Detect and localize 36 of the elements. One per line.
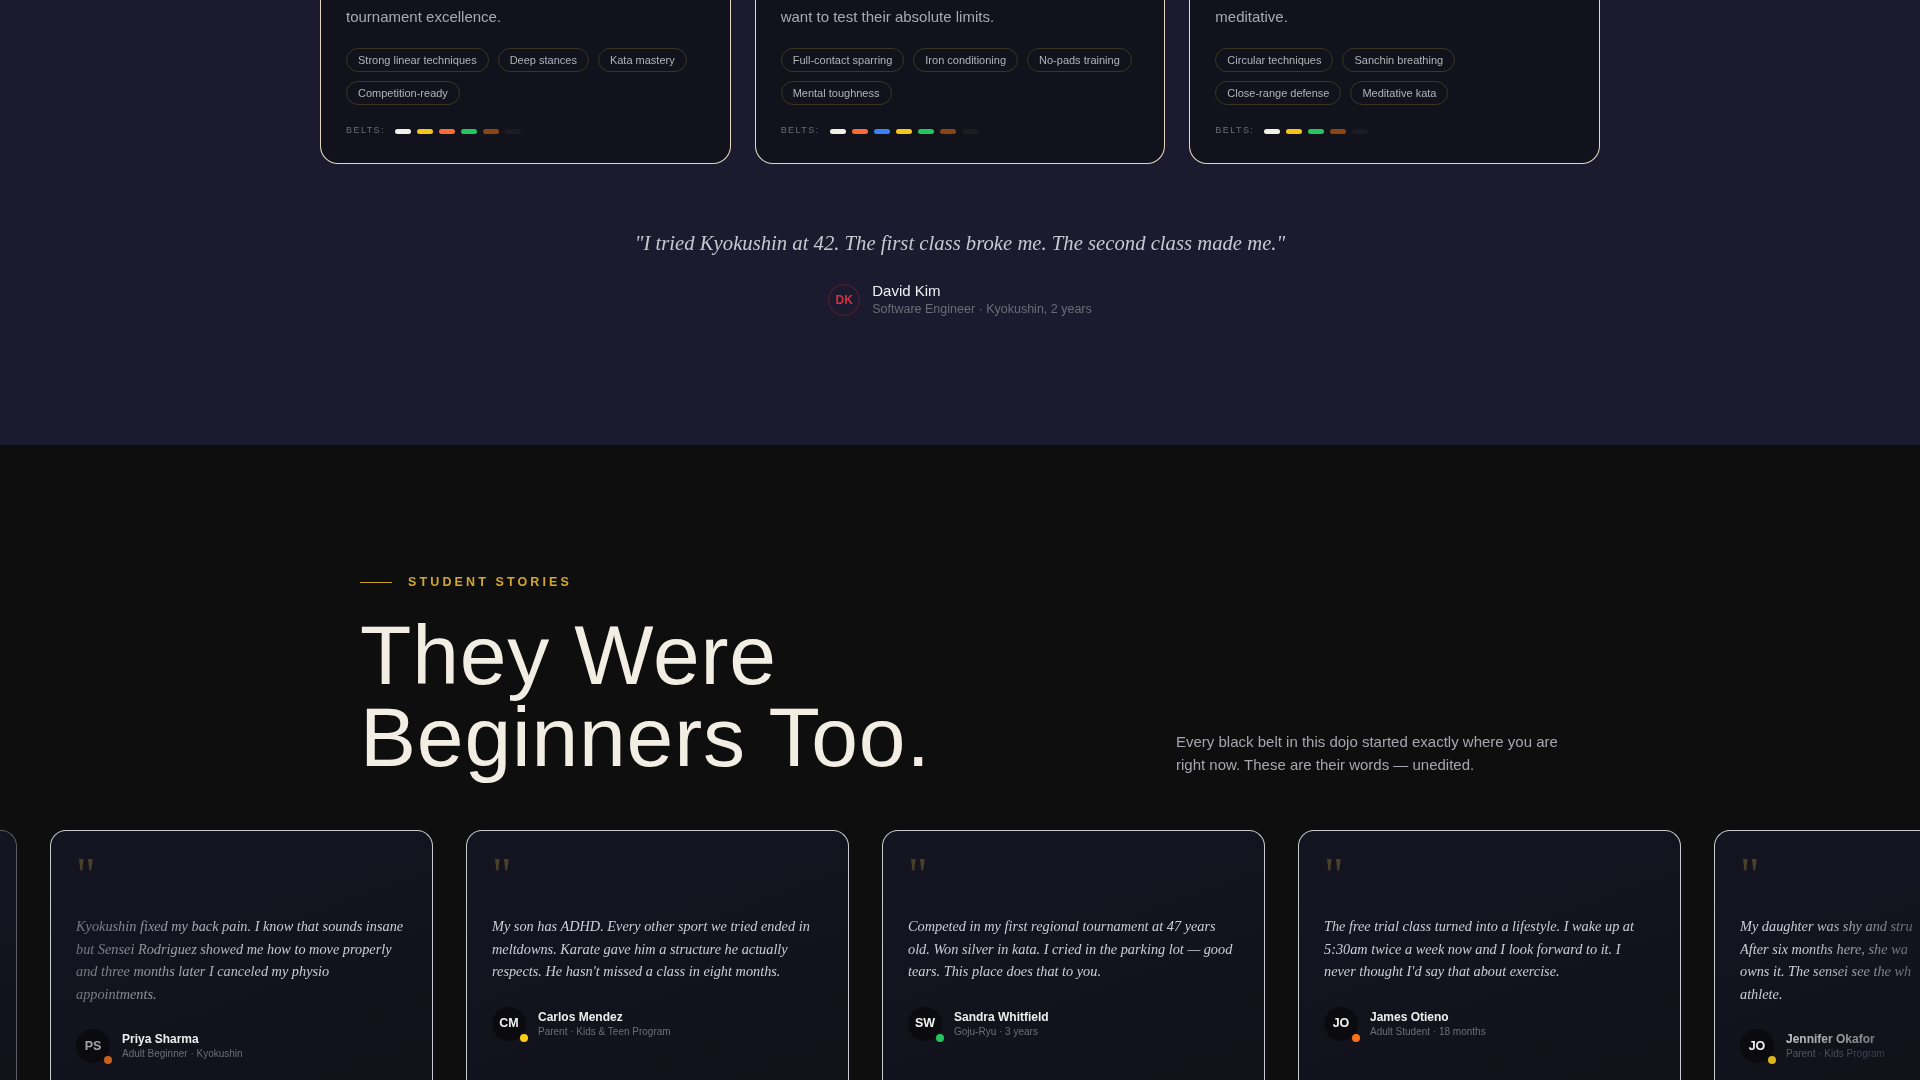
testimonial-quote: Competed in my first regional tournament at 47 years old. Won silver in kata. I cried in the parking lot — good tears. This place does that to you. (908, 917, 1234, 982)
quote-mark: " (1324, 855, 1344, 895)
section-heading: They Were Beginners Too. (360, 612, 932, 786)
author-detail: Adult Student · 18 months (1370, 1024, 1486, 1039)
author-detail: Goju-Ryu · 3 years (954, 1024, 1039, 1039)
author-name: Priya Sharma (122, 1031, 200, 1048)
quote-mark: " (76, 855, 96, 895)
quote-mark: " (908, 855, 928, 895)
quote-mark: " (492, 855, 512, 895)
testimonial-quote: The free trial class turned into a lifestyle. I wake up at 5:30am twice a week now and I look forward to it. I never thought I'd say that about exercise. (1324, 917, 1635, 982)
author-detail: Software Engineer · Kyokushin, 2 years (872, 301, 1092, 318)
author-name: David Kim (872, 282, 942, 300)
testimonial-quote: My daughter was shy and stru After six months here, she wa owns it. The sensei see the wh athlete. (1740, 917, 1914, 1004)
belts-label: BELTS: (780, 124, 820, 138)
belts-label: BELTS: (346, 124, 385, 138)
quote-mark: " (1740, 855, 1760, 895)
author-name: Carlos Mendez (538, 1008, 624, 1025)
testimonial-quote: My son has ADHD. Every other sport we tried ended in meltdowns. Karate gave him a structure he actually respects. He hasn't missed a class in eight months. (492, 917, 811, 982)
card-description: meditative. (1215, 7, 1289, 27)
card-description: tournament excellence. (346, 7, 503, 27)
avatar: CM (492, 1006, 526, 1041)
section-intro: Every black belt in this dojo started exactly where you are right now. These are their words — unedited. (1176, 732, 1559, 775)
card-description: want to test their absolute limits. (780, 7, 996, 27)
avatar: PS (76, 1029, 110, 1064)
author-detail: Adult Beginner · Kyokushin (122, 1047, 243, 1062)
belts-label: BELTS: (1215, 124, 1255, 138)
eyebrow-label: STUDENT STORIES (408, 573, 573, 591)
author-name: Jennifer Okafor (1786, 1031, 1876, 1048)
author-name: Sandra Whitfield (954, 1008, 1049, 1025)
author-detail: Parent · Kids & Teen Program (538, 1024, 671, 1039)
featured-quote: "I tried Kyokushin at 42. The first class broke me. The second class made me." (634, 231, 1286, 257)
avatar: JO (1324, 1006, 1358, 1041)
avatar: SW (908, 1006, 942, 1041)
testimonial-quote: Kyokushin fixed my back pain. I know that sounds insane but Sensei Rodriguez showed me how to move properly and three months later I canceled my physio appointments. (76, 917, 405, 1004)
author-name: James Otieno (1370, 1008, 1450, 1025)
avatar: JO (1740, 1029, 1774, 1064)
